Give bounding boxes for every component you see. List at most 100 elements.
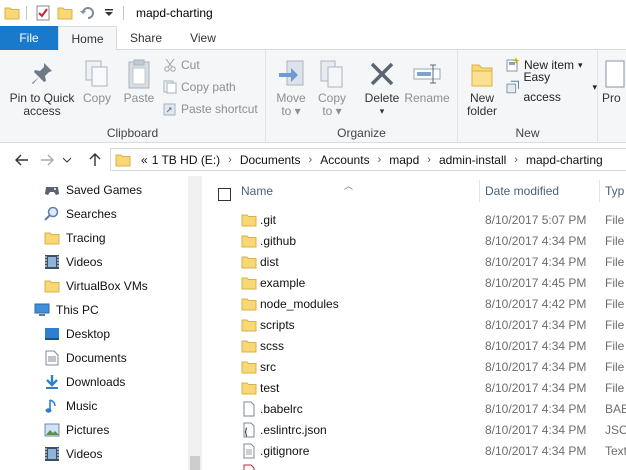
- copy-button[interactable]: Copy: [80, 56, 114, 105]
- column-type[interactable]: Typ: [605, 180, 624, 202]
- rename-label: Rename: [404, 91, 450, 105]
- file-type: Text: [605, 444, 626, 458]
- file-row[interactable]: example 8/10/2017 4:45 PM File: [203, 272, 626, 293]
- delete-button[interactable]: Delete ▾: [362, 56, 402, 118]
- nav-item-this-pc[interactable]: This PC: [34, 298, 99, 322]
- file-row[interactable]: .gitignore 8/10/2017 4:34 PM Text: [203, 440, 626, 461]
- cut-button[interactable]: Cut: [163, 55, 200, 75]
- recent-locations-dropdown[interactable]: [60, 150, 74, 170]
- properties-button[interactable]: Pro: [602, 56, 626, 105]
- tab-view[interactable]: View: [175, 26, 231, 50]
- documents-icon: [44, 350, 60, 366]
- file-type: File: [605, 381, 625, 395]
- file-row[interactable]: src 8/10/2017 4:34 PM File: [203, 356, 626, 377]
- file-row[interactable]: scss 8/10/2017 4:34 PM File: [203, 335, 626, 356]
- address-bar[interactable]: « 1 TB HD (E:) › Documents › Accounts › …: [110, 148, 626, 171]
- breadcrumb-mapd[interactable]: mapd: [387, 153, 421, 167]
- nav-item-downloads[interactable]: Downloads: [44, 370, 125, 394]
- file-name: .eslintrc.json: [260, 423, 327, 437]
- nav-pane-scroll-thumb[interactable]: [190, 456, 200, 470]
- nav-pane-scrollbar[interactable]: [188, 176, 202, 470]
- forward-button[interactable]: [37, 150, 57, 170]
- breadcrumb-admin-install[interactable]: admin-install: [437, 153, 508, 167]
- file-name: node_modules: [260, 297, 339, 311]
- file-name: dist: [260, 255, 279, 269]
- file-name: scripts: [260, 318, 295, 332]
- folder-icon: [241, 214, 257, 227]
- videos-icon: [44, 254, 60, 270]
- nav-item-desktop[interactable]: Desktop: [44, 322, 110, 346]
- file-icon: [243, 464, 255, 470]
- breadcrumb-drive[interactable]: 1 TB HD (E:): [150, 153, 222, 167]
- file-row[interactable]: test 8/10/2017 4:34 PM File: [203, 377, 626, 398]
- pin-icon: [32, 63, 52, 84]
- column-header: ︿ Name Date modified Typ: [203, 180, 626, 202]
- chevron-right-icon[interactable]: ›: [303, 154, 319, 166]
- nav-item-documents[interactable]: Documents: [44, 346, 127, 370]
- properties-check-icon[interactable]: [33, 3, 53, 23]
- quick-access-toolbar: [0, 0, 128, 26]
- clipboard-group: Pin to Quick access Copy Paste Cut Copy …: [0, 50, 266, 143]
- nav-item-virtualbox-vms[interactable]: VirtualBox VMs: [44, 274, 148, 298]
- folder-icon: [241, 319, 257, 332]
- undo-icon[interactable]: [77, 3, 97, 23]
- new-folder-icon[interactable]: [55, 3, 75, 23]
- breadcrumb-accounts[interactable]: Accounts: [318, 153, 371, 167]
- select-all-checkbox[interactable]: [218, 188, 231, 201]
- column-name[interactable]: Name: [241, 180, 273, 202]
- file-row[interactable]: dist 8/10/2017 4:34 PM File: [203, 251, 626, 272]
- chevron-right-icon[interactable]: ›: [222, 154, 238, 166]
- file-type: File: [605, 318, 625, 332]
- nav-item-searches[interactable]: Searches: [44, 202, 117, 226]
- chevron-right-icon[interactable]: ›: [508, 154, 524, 166]
- nav-item-pictures[interactable]: Pictures: [44, 418, 109, 442]
- folder-icon: [241, 382, 257, 395]
- file-row[interactable]: scripts 8/10/2017 4:34 PM File: [203, 314, 626, 335]
- breadcrumb-mapd-charting[interactable]: mapd-charting: [524, 153, 605, 167]
- chevron-down-icon: [63, 157, 71, 163]
- paste-button[interactable]: Paste: [120, 56, 158, 105]
- file-name: test: [260, 381, 280, 395]
- file-row[interactable]: .git 8/10/2017 5:07 PM File: [203, 209, 626, 230]
- tab-file[interactable]: File: [0, 26, 58, 50]
- breadcrumb-documents[interactable]: Documents: [238, 153, 303, 167]
- nav-item-videos-pc[interactable]: Videos: [44, 442, 102, 466]
- address-overflow-button[interactable]: «: [139, 153, 150, 167]
- nav-item-music[interactable]: Music: [44, 394, 97, 418]
- file-date: 8/10/2017 4:34 PM: [485, 402, 587, 416]
- file-row[interactable]: .babelrc 8/10/2017 4:34 PM BAB: [203, 398, 626, 419]
- tab-home[interactable]: Home: [58, 26, 117, 51]
- column-date-modified[interactable]: Date modified: [485, 180, 559, 202]
- move-to-button[interactable]: Move to ▾: [272, 56, 310, 118]
- customize-dropdown-icon[interactable]: [99, 3, 119, 23]
- paste-shortcut-button[interactable]: Paste shortcut: [163, 99, 258, 119]
- new-group: New folder New item ▾ Easy access ▾ New: [458, 50, 598, 143]
- copy-path-button[interactable]: Copy path: [163, 77, 236, 97]
- file-name: .git: [260, 213, 277, 227]
- tab-share[interactable]: Share: [117, 26, 175, 50]
- easy-access-button[interactable]: Easy access ▾: [506, 70, 597, 104]
- file-row[interactable]: .eslintrc.json 8/10/2017 4:34 PM JSO: [203, 419, 626, 440]
- copy-to-icon: [320, 60, 343, 88]
- nav-item-videos[interactable]: Videos: [44, 250, 102, 274]
- organize-group-label: Organize: [337, 126, 386, 140]
- up-button[interactable]: [85, 150, 105, 170]
- copy-to-button[interactable]: Copy to ▾: [313, 56, 351, 118]
- nav-item-tracing[interactable]: Tracing: [44, 226, 106, 250]
- file-row-partial[interactable]: [203, 461, 626, 470]
- back-button[interactable]: [12, 150, 32, 170]
- copy-label: Copy: [82, 91, 111, 105]
- file-row[interactable]: .github 8/10/2017 4:34 PM File: [203, 230, 626, 251]
- chevron-right-icon[interactable]: ›: [421, 154, 437, 166]
- pin-to-quick-access-button[interactable]: Pin to Quick access: [4, 56, 80, 118]
- copy-to-sub: to ▾: [322, 104, 342, 118]
- new-folder-button[interactable]: New folder: [462, 56, 502, 118]
- nav-item-saved-games[interactable]: Saved Games: [44, 178, 142, 202]
- rename-button[interactable]: Rename: [404, 56, 450, 105]
- file-type: File: [605, 339, 625, 353]
- folder-icon: [241, 298, 257, 311]
- file-type: File: [605, 297, 625, 311]
- chevron-right-icon[interactable]: ›: [372, 154, 388, 166]
- paste-shortcut-icon: [163, 103, 176, 116]
- file-row[interactable]: node_modules 8/10/2017 4:42 PM File: [203, 293, 626, 314]
